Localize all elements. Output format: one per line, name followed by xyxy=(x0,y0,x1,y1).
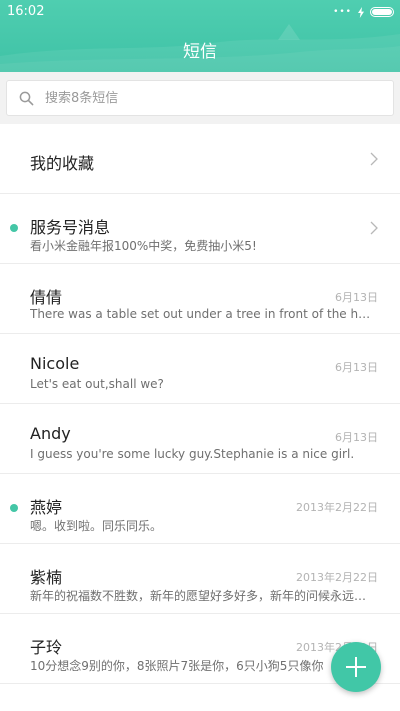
conversation-list: 我的收藏 服务号消息 看小米金融年报100%中奖，免费抽小米5! 倩倩 6月13… xyxy=(0,124,400,684)
chevron-right-icon xyxy=(370,152,378,166)
thread-snippet: 新年的祝福数不胜数，新年的愿望好多好多，新年的问候永远不变 xyxy=(30,589,377,603)
search-input[interactable] xyxy=(45,87,375,109)
thread-row[interactable]: Andy 6月13日 I guess you're some lucky guy… xyxy=(0,404,400,474)
status-time: 16:02 xyxy=(7,4,45,19)
thread-row[interactable]: Nicole 6月13日 Let's eat out,shall we? xyxy=(0,334,400,404)
thread-snippet: 嗯。收到啦。同乐同乐。 xyxy=(30,519,163,533)
favorites-label: 我的收藏 xyxy=(30,154,95,173)
service-name: 服务号消息 xyxy=(30,218,111,237)
unread-dot xyxy=(10,224,18,232)
thread-snippet: Let's eat out,shall we? xyxy=(30,377,164,391)
chevron-right-icon xyxy=(370,221,378,235)
thread-contact-name: 燕婷 xyxy=(30,498,63,517)
status-icons: ••• xyxy=(333,6,394,18)
thread-date: 2013年2月22日 xyxy=(296,501,378,514)
thread-snippet: I guess you're some lucky guy.Stephanie … xyxy=(30,447,355,461)
favorites-row[interactable]: 我的收藏 xyxy=(0,124,400,194)
thread-date: 2013年2月22日 xyxy=(296,571,378,584)
thread-row[interactable]: 倩倩 6月13日 There was a table set out under… xyxy=(0,264,400,334)
page-title: 短信 xyxy=(183,42,217,62)
thread-date: 6月13日 xyxy=(335,291,378,304)
thread-snippet: 10分想念9别的你，8张照片7张是你，6只小狗5只像你 xyxy=(30,659,324,673)
status-bar: 16:02 ••• xyxy=(0,0,400,24)
service-snippet: 看小米金融年报100%中奖，免费抽小米5! xyxy=(30,239,257,253)
thread-contact-name: Nicole xyxy=(30,354,80,373)
thread-row[interactable]: 燕婷 2013年2月22日 嗯。收到啦。同乐同乐。 xyxy=(0,474,400,544)
signal-dots-icon: ••• xyxy=(333,7,352,17)
thread-contact-name: 紫楠 xyxy=(30,568,63,587)
search-area xyxy=(0,72,400,124)
thread-contact-name: 倩倩 xyxy=(30,288,63,307)
charging-bolt-icon xyxy=(358,6,364,18)
thread-contact-name: Andy xyxy=(30,424,71,443)
thread-contact-name: 子玲 xyxy=(30,638,63,657)
unread-dot xyxy=(10,504,18,512)
app-header: 16:02 ••• 短信 xyxy=(0,0,400,72)
thread-date: 6月13日 xyxy=(335,431,378,444)
battery-icon xyxy=(370,7,394,17)
search-icon xyxy=(19,91,34,106)
search-box[interactable] xyxy=(6,80,394,116)
thread-snippet: There was a table set out under a tree i… xyxy=(30,307,377,321)
thread-row[interactable]: 紫楠 2013年2月22日 新年的祝福数不胜数，新年的愿望好多好多，新年的问候永… xyxy=(0,544,400,614)
thread-date: 6月13日 xyxy=(335,361,378,374)
new-message-button[interactable] xyxy=(331,642,381,692)
service-messages-row[interactable]: 服务号消息 看小米金融年报100%中奖，免费抽小米5! xyxy=(0,194,400,264)
plus-icon xyxy=(346,657,366,677)
